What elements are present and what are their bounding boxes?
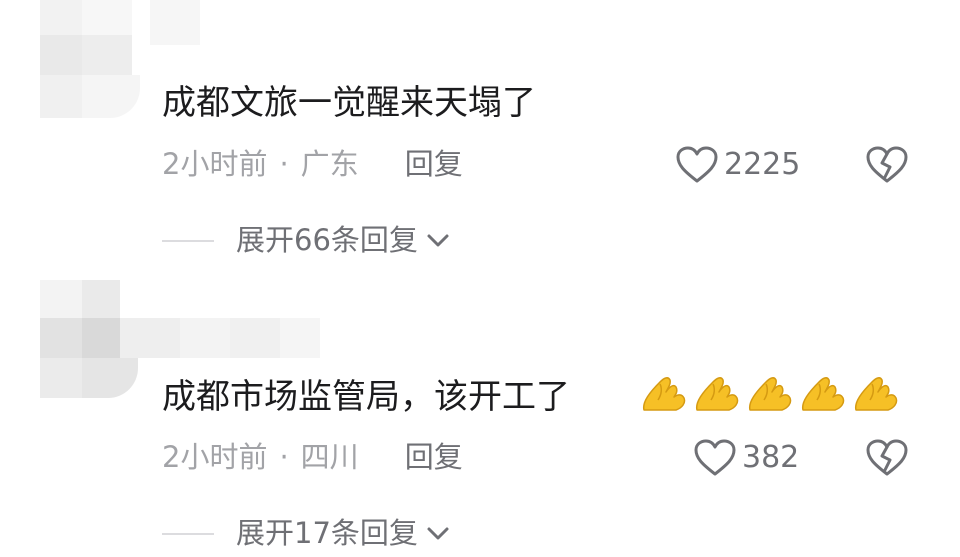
expand-replies-button[interactable]: 展开17条回复	[162, 519, 450, 548]
chevron-down-icon	[427, 234, 449, 246]
comment-time: 2小时前	[162, 147, 268, 181]
palms-together-emoji	[854, 377, 898, 411]
like-count: 382	[742, 440, 800, 475]
meta-separator: ·	[279, 440, 289, 474]
divider	[162, 532, 214, 535]
comment-text: 成都市场监管局，该开工了	[162, 377, 570, 417]
comment-time: 2小时前	[162, 440, 268, 474]
heart-outline-icon	[676, 146, 718, 183]
avatar[interactable]	[0, 0, 150, 118]
comment-location: 四川	[300, 440, 359, 474]
emoji-group	[640, 372, 901, 412]
palms-together-emoji	[801, 377, 845, 411]
palms-together-emoji	[748, 377, 792, 411]
comment-location: 广东	[300, 147, 359, 181]
palms-together-emoji	[642, 377, 686, 411]
dislike-button[interactable]	[866, 439, 908, 481]
palms-together-emoji	[695, 377, 739, 411]
comment-meta: 2小时前 · 广东 回复	[162, 150, 463, 179]
chevron-down-icon	[427, 527, 449, 539]
expand-replies-label: 展开17条回复	[236, 516, 418, 550]
reply-button[interactable]: 回复	[405, 150, 463, 179]
meta-separator: ·	[279, 147, 289, 181]
comment-text: 成都文旅一觉醒来天塌了	[162, 83, 536, 123]
broken-heart-icon	[866, 146, 908, 183]
dislike-button[interactable]	[866, 146, 908, 188]
broken-heart-icon	[866, 439, 908, 476]
username[interactable]	[120, 318, 320, 358]
like-button[interactable]: 382	[694, 439, 799, 477]
comment-meta: 2小时前 · 四川 回复	[162, 443, 463, 472]
heart-outline-icon	[694, 439, 736, 476]
divider	[162, 239, 214, 242]
expand-replies-button[interactable]: 展开66条回复	[162, 226, 450, 255]
like-button[interactable]: 2225	[676, 146, 800, 184]
like-count: 2225	[724, 147, 801, 182]
username[interactable]	[150, 0, 200, 45]
reply-button[interactable]: 回复	[405, 443, 463, 472]
expand-replies-label: 展开66条回复	[236, 223, 418, 257]
